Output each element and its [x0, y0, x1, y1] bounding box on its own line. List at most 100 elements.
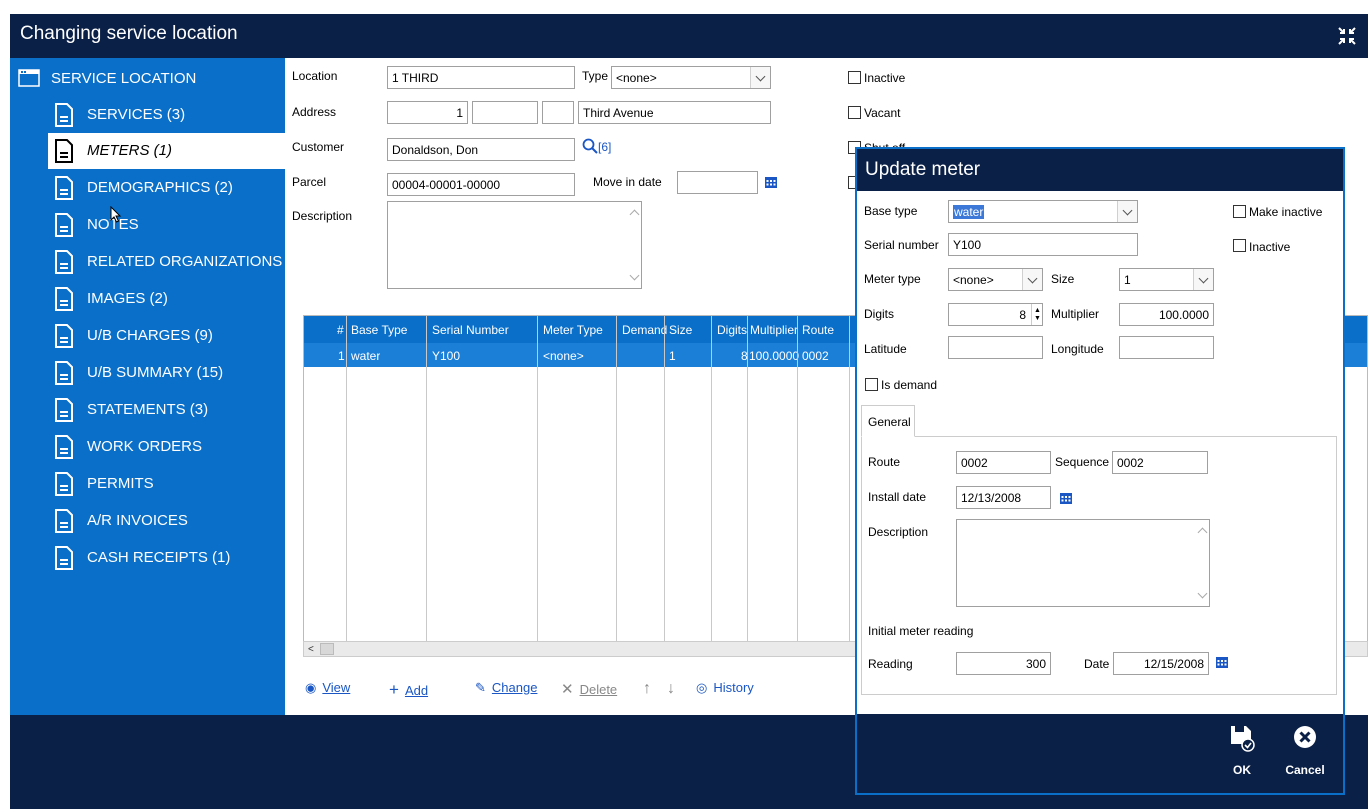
address-prefix-field[interactable] [472, 101, 538, 124]
type-select[interactable]: <none> [611, 66, 771, 89]
column-header[interactable]: Digits [717, 323, 747, 337]
column-header[interactable]: Route [802, 323, 834, 337]
change-button[interactable]: ✎ Change [475, 680, 537, 700]
move-in-date-field[interactable] [677, 171, 758, 194]
move-up-button[interactable]: ↑ [643, 680, 651, 700]
document-icon [55, 546, 73, 570]
sidebar-item-images[interactable]: IMAGES (2) [10, 281, 285, 317]
digits-label: Digits [864, 307, 895, 321]
table-cell: Y100 [432, 349, 461, 363]
scroll-up-icon[interactable] [1197, 527, 1208, 538]
sidebar-item-meters[interactable]: METERS (1) [48, 133, 285, 169]
sidebar-item-service-location[interactable]: SERVICE LOCATION [10, 61, 285, 97]
sidebar-item-demographics[interactable]: DEMOGRAPHICS (2) [10, 170, 285, 206]
ok-button[interactable]: OK [1217, 724, 1267, 784]
chevron-down-icon[interactable] [1193, 269, 1213, 290]
reading-field[interactable]: 300 [956, 652, 1051, 675]
meter-description-textarea[interactable] [956, 519, 1210, 607]
column-header[interactable]: Demand [622, 323, 667, 337]
inactive-checkbox[interactable] [1233, 239, 1246, 252]
cancel-label: Cancel [1285, 763, 1325, 777]
plus-icon: + [389, 680, 399, 699]
scroll-down-icon[interactable] [629, 270, 640, 281]
delete-button[interactable]: ✕ Delete [561, 680, 617, 700]
column-header[interactable]: Multiplier [750, 323, 798, 337]
route-label: Route [868, 455, 901, 469]
sidebar-item-permits[interactable]: PERMITS [10, 466, 285, 502]
sidebar-item-ub-charges[interactable]: U/B CHARGES (9) [10, 318, 285, 354]
sidebar-item-related-organizations[interactable]: RELATED ORGANIZATIONS [10, 244, 285, 280]
parcel-field[interactable]: 00004-00001-00000 [387, 173, 575, 196]
chevron-down-icon[interactable] [1117, 201, 1137, 222]
description-textarea[interactable] [387, 201, 642, 289]
binoculars-icon: ◎ [696, 680, 708, 695]
sidebar-item-services[interactable]: SERVICES (3) [10, 97, 285, 133]
inactive-checkbox[interactable] [848, 71, 861, 84]
tab-general[interactable]: General [861, 405, 915, 437]
mouse-cursor-icon [110, 206, 122, 223]
sequence-field[interactable]: 0002 [1112, 451, 1208, 474]
address-direction-field[interactable] [542, 101, 574, 124]
column-header[interactable]: Size [669, 323, 692, 337]
sidebar: SERVICE LOCATION SERVICES (3) METERS (1)… [10, 58, 285, 715]
sidebar-item-notes[interactable]: NOTES [10, 207, 285, 243]
sidebar-item-cash-receipts[interactable]: CASH RECEIPTS (1) [10, 540, 285, 576]
install-date-field[interactable]: 12/13/2008 [956, 486, 1051, 509]
sidebar-item-work-orders[interactable]: WORK ORDERS [10, 429, 285, 465]
document-icon [55, 250, 73, 274]
collapse-icon[interactable] [1336, 25, 1358, 47]
move-down-button[interactable]: ↓ [667, 680, 675, 700]
grid-divider [664, 316, 665, 647]
size-select[interactable]: 1 [1119, 268, 1214, 291]
view-button[interactable]: ◉ View [305, 680, 350, 700]
grid-divider [616, 316, 617, 647]
grid-divider [426, 316, 427, 647]
stepper-arrows-icon[interactable]: ▲ ▼ [1031, 304, 1042, 325]
scroll-left-icon[interactable]: < [308, 644, 314, 655]
sidebar-item-label: CASH RECEIPTS (1) [87, 549, 231, 566]
is-demand-checkbox[interactable] [865, 378, 878, 391]
history-button[interactable]: ◎ History [696, 680, 754, 700]
cancel-button[interactable]: Cancel [1280, 724, 1330, 784]
scroll-thumb[interactable] [320, 643, 334, 655]
sidebar-item-statements[interactable]: STATEMENTS (3) [10, 392, 285, 428]
column-header[interactable]: Serial Number [432, 323, 509, 337]
scroll-up-icon[interactable] [629, 209, 640, 220]
column-header[interactable]: # [337, 323, 344, 337]
meter-type-select[interactable]: <none> [948, 268, 1043, 291]
calendar-icon[interactable] [1216, 655, 1228, 668]
add-button[interactable]: + Add [389, 680, 428, 700]
latitude-field[interactable] [948, 336, 1043, 359]
scroll-down-icon[interactable] [1197, 588, 1208, 599]
chevron-down-icon[interactable] [750, 67, 770, 88]
route-field[interactable]: 0002 [956, 451, 1051, 474]
multiplier-field[interactable]: 100.0000 [1119, 303, 1214, 326]
customer-count-link[interactable]: [6] [598, 140, 611, 154]
x-icon: ✕ [561, 681, 574, 698]
location-field[interactable]: 1 THIRD [387, 66, 575, 89]
document-icon [55, 435, 73, 459]
pencil-icon: ✎ [475, 680, 486, 695]
base-type-label: Base type [864, 204, 918, 218]
address-street-field[interactable]: Third Avenue [578, 101, 771, 124]
customer-field[interactable]: Donaldson, Don [387, 138, 575, 161]
sidebar-item-ub-summary[interactable]: U/B SUMMARY (15) [10, 355, 285, 391]
column-header[interactable]: Meter Type [543, 323, 603, 337]
sidebar-item-ar-invoices[interactable]: A/R INVOICES [10, 503, 285, 539]
description-label: Description [292, 209, 353, 223]
address-number-field[interactable]: 1 [387, 101, 468, 124]
table-cell: water [351, 349, 381, 363]
search-icon[interactable] [582, 138, 598, 154]
column-header[interactable]: Base Type [351, 323, 407, 337]
digits-stepper[interactable]: 8 ▲ ▼ [948, 303, 1043, 326]
reading-date-field[interactable]: 12/15/2008 [1113, 652, 1209, 675]
calendar-icon[interactable] [1060, 491, 1072, 504]
base-type-select[interactable]: water [948, 200, 1138, 223]
longitude-field[interactable] [1119, 336, 1214, 359]
make-inactive-checkbox[interactable] [1233, 205, 1246, 218]
grid-divider [346, 316, 347, 647]
chevron-down-icon[interactable] [1022, 269, 1042, 290]
serial-number-field[interactable]: Y100 [948, 233, 1138, 256]
calendar-icon[interactable] [765, 175, 777, 188]
vacant-checkbox[interactable] [848, 106, 861, 119]
